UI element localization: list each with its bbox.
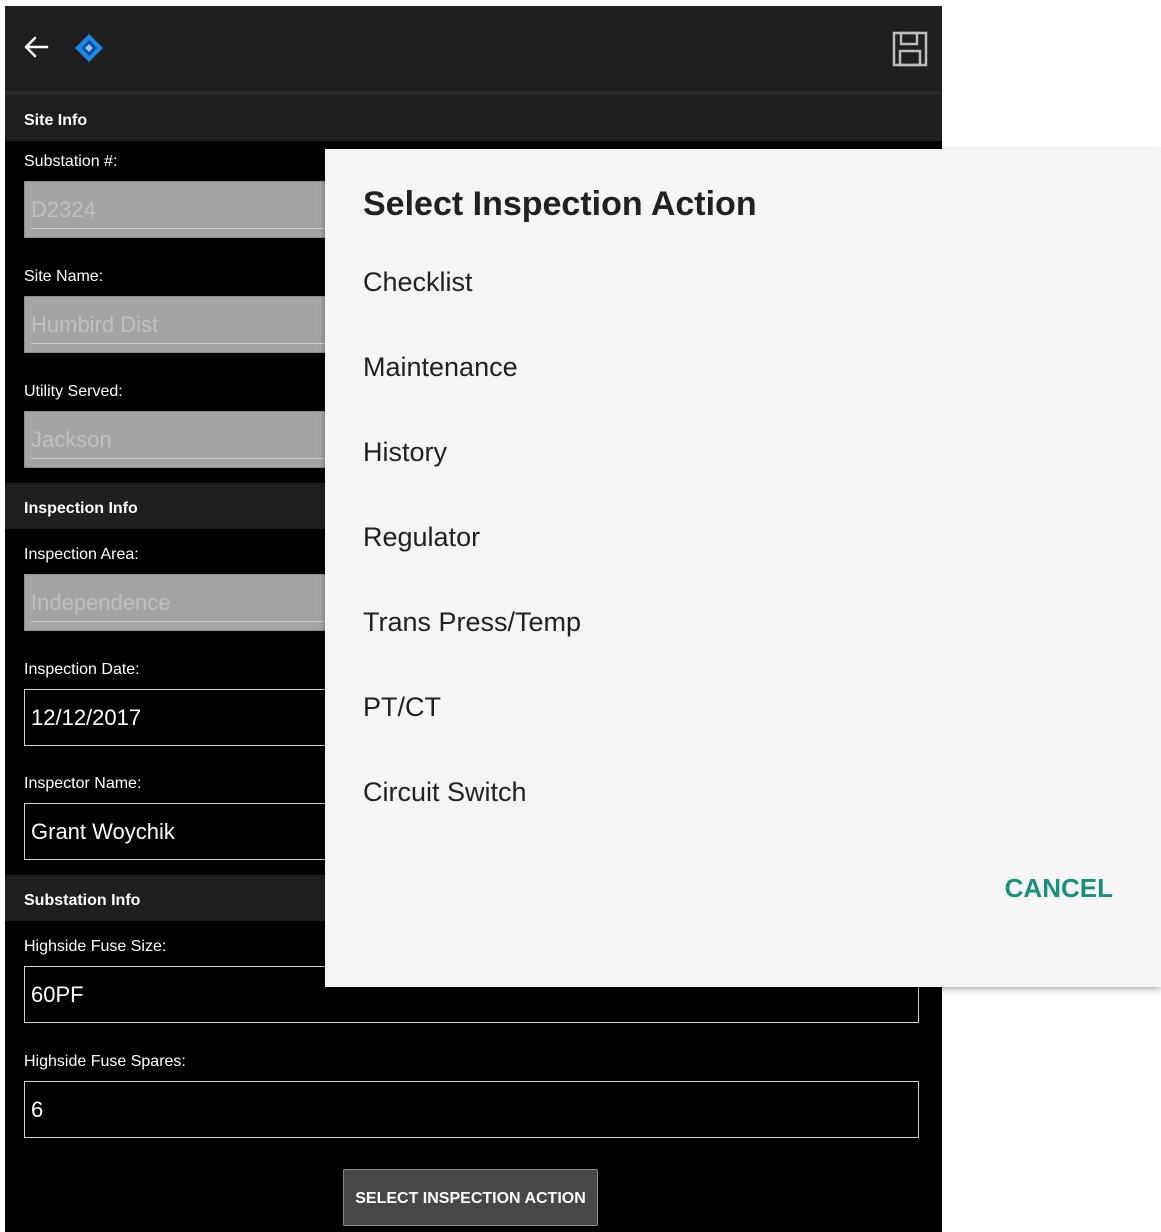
substation-value: D2324 — [31, 197, 96, 222]
fuse-spares-value: 6 — [31, 1097, 44, 1122]
substation-label: Substation #: — [24, 153, 118, 170]
dialog-item-regulator[interactable]: Regulator — [363, 522, 1063, 582]
site-name-value: Humbird Dist — [31, 312, 159, 337]
app-bar — [5, 6, 942, 95]
dialog-item-pt-ct[interactable]: PT/CT — [363, 692, 1063, 752]
utility-label: Utility Served: — [24, 383, 123, 400]
select-inspection-action-dialog: Select Inspection Action Checklist Maint… — [325, 149, 1161, 987]
section-title: Site Info — [24, 112, 88, 129]
inspection-area-value: Independence — [31, 590, 171, 615]
fuse-spares-label: Highside Fuse Spares: — [24, 1053, 186, 1070]
fuse-spares-field[interactable]: 6 — [24, 1081, 919, 1138]
dialog-item-history[interactable]: History — [363, 437, 1063, 497]
dialog-item-circuit-switch[interactable]: Circuit Switch — [363, 777, 1063, 837]
cancel-button[interactable]: CANCEL — [983, 873, 1113, 913]
dialog-item-checklist[interactable]: Checklist — [363, 267, 1063, 327]
dialog-title: Select Inspection Action — [363, 185, 757, 223]
section-title: Inspection Info — [24, 500, 138, 517]
inspector-name-value: Grant Woychik — [31, 819, 175, 844]
section-title: Substation Info — [24, 892, 141, 909]
inspection-date-value: 12/12/2017 — [31, 705, 142, 730]
inspection-area-label: Inspection Area: — [24, 546, 139, 563]
inspection-date-label: Inspection Date: — [24, 661, 140, 678]
select-inspection-action-button[interactable]: SELECT INSPECTION ACTION — [343, 1169, 598, 1226]
dialog-item-maintenance[interactable]: Maintenance — [363, 352, 1063, 412]
utility-value: Jackson — [31, 427, 112, 452]
dialog-item-trans-press-temp[interactable]: Trans Press/Temp — [363, 607, 1063, 667]
fuse-size-label: Highside Fuse Size: — [24, 938, 167, 955]
section-site-info: Site Info — [5, 95, 942, 141]
floppy-disk-icon[interactable] — [891, 30, 929, 68]
site-name-label: Site Name: — [24, 268, 104, 285]
fuse-size-value: 60PF — [31, 982, 84, 1007]
arrow-left-icon[interactable] — [21, 32, 51, 62]
inspector-name-label: Inspector Name: — [24, 775, 142, 792]
diamond-logo-icon — [73, 32, 105, 64]
